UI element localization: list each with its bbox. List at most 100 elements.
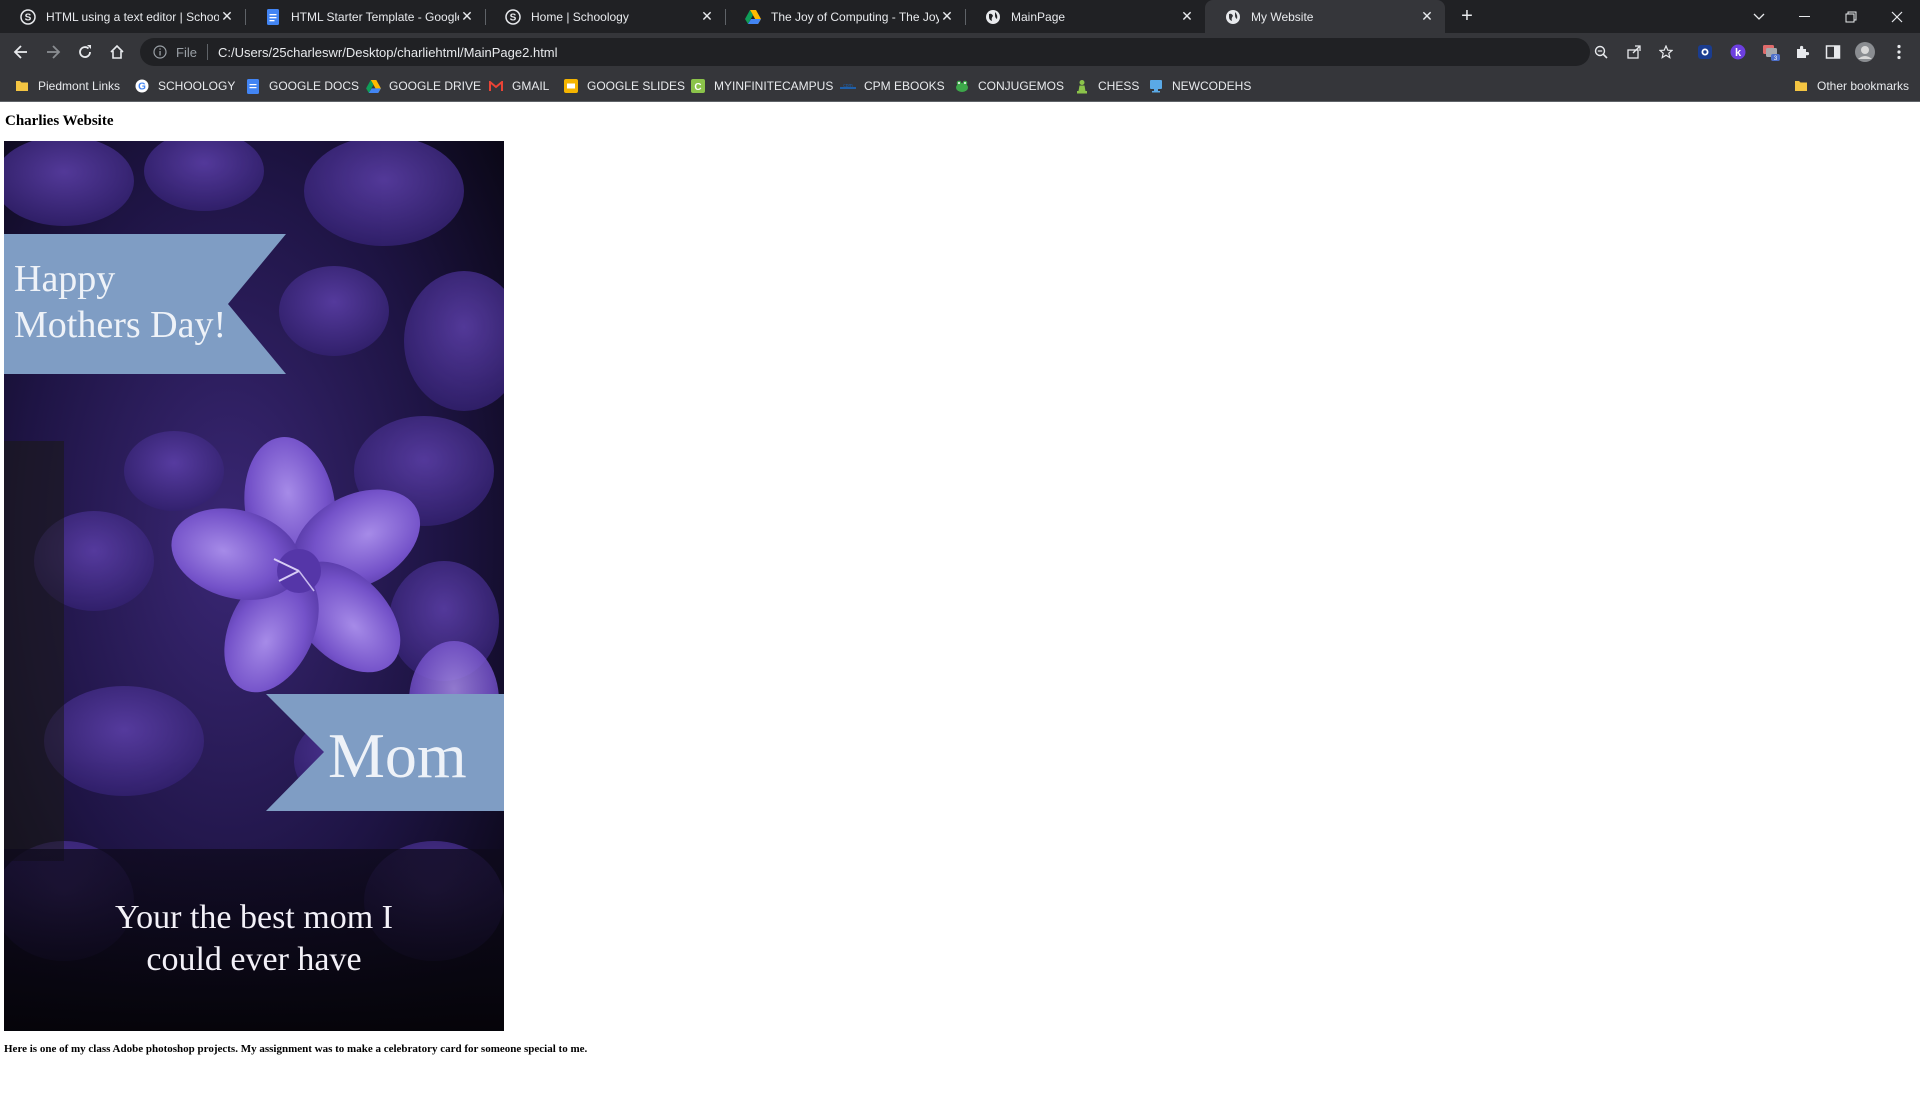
forward-arrow-icon [47, 45, 61, 59]
bookmark-label: CPM EBOOKS [864, 79, 945, 93]
bookmark-google-drive[interactable]: GOOGLE DRIVE [365, 71, 481, 101]
share-icon[interactable] [1623, 38, 1645, 66]
bookmark-chess[interactable]: CHESS [1074, 71, 1139, 101]
puzzle-extensions-icon[interactable] [1789, 39, 1815, 65]
bookmark-newcodehs[interactable]: NEWCODEHS [1148, 71, 1251, 101]
reload-button[interactable] [72, 39, 98, 65]
banner-line-2: Mothers Day! [14, 304, 226, 346]
tab-title: The Joy of Computing - The Joy of Comput… [771, 9, 939, 24]
tab-home-schoology[interactable]: S Home | Schoology ✕ [485, 0, 725, 33]
home-button[interactable] [104, 39, 130, 65]
close-tab-icon[interactable]: ✕ [939, 8, 955, 25]
back-button[interactable] [8, 39, 34, 65]
shield-extension-icon[interactable] [1692, 39, 1718, 65]
schoology-icon: S [20, 8, 36, 25]
svg-text:k: k [1735, 47, 1742, 59]
google-icon: G [134, 78, 150, 94]
reload-icon [79, 45, 91, 58]
tab-title: HTML Starter Template - Google Docs [291, 9, 459, 24]
close-tab-icon[interactable]: ✕ [459, 8, 475, 25]
bookmark-label: NEWCODEHS [1172, 79, 1252, 93]
address-divider [206, 44, 208, 60]
tab-search-icon[interactable] [1736, 0, 1782, 33]
browser-toolbar: File C:/Users/25charleswr/Desktop/charli… [0, 33, 1920, 71]
address-bar[interactable]: File C:/Users/25charleswr/Desktop/charli… [140, 38, 1673, 66]
info-icon[interactable] [152, 44, 168, 60]
message-line-1: Your the best mom I [115, 899, 393, 936]
page-title: Charlies Website [5, 113, 114, 129]
menu-dots-icon[interactable] [1886, 39, 1912, 65]
new-tab-button[interactable]: + [1455, 4, 1479, 28]
bookmark-schoology[interactable]: G SCHOOLOGY [134, 71, 235, 101]
google-docs-icon [265, 8, 281, 25]
bookmark-label: MYINFINITECAMPUS [714, 79, 834, 93]
google-docs-icon [245, 78, 261, 94]
file-scheme-label: File [176, 44, 197, 60]
tab-my-website[interactable]: My Website ✕ [1205, 0, 1445, 33]
bookmark-label: CHESS [1098, 79, 1140, 93]
bookmark-label: CONJUGEMOS [978, 79, 1065, 93]
close-tab-icon[interactable]: ✕ [1179, 8, 1195, 25]
tab-strip: S HTML using a text editor | Schoology ✕… [0, 0, 1920, 33]
side-panel-icon[interactable] [1820, 39, 1846, 65]
banner-line-1: Happy [14, 258, 115, 300]
close-tab-icon[interactable]: ✕ [1419, 8, 1435, 25]
project-caption: Here is one of my class Adobe photoshop … [4, 1043, 588, 1055]
tab-html-starter-template[interactable]: HTML Starter Template - Google Docs ✕ [245, 0, 485, 33]
bookmark-cpm-ebooks[interactable]: cpm CPM EBOOKS [840, 71, 945, 101]
bookmark-label: SCHOOLOGY [158, 79, 236, 93]
bookmark-label: GOOGLE DOCS [269, 79, 360, 93]
google-slides-icon [563, 78, 579, 94]
tab-mainpage[interactable]: MainPage ✕ [965, 0, 1205, 33]
kami-extension-icon[interactable]: k [1725, 39, 1751, 65]
bookmark-google-slides[interactable]: GOOGLE SLIDES [563, 71, 685, 101]
bookmark-google-docs[interactable]: GOOGLE DOCS [245, 71, 359, 101]
mothers-day-card-image: Happy Mothers Day! Mom Your the best mom… [4, 141, 504, 1031]
bookmark-myinfinitecampus[interactable]: C MYINFINITECAMPUS [690, 71, 833, 101]
minimize-button[interactable] [1782, 0, 1828, 33]
tab-manager-extension-icon[interactable]: 3 [1758, 39, 1784, 65]
svg-text:C: C [694, 82, 701, 93]
tab-title: MainPage [1011, 9, 1066, 24]
chess-pawn-icon [1074, 78, 1090, 94]
bookmark-conjugemos[interactable]: CONJUGEMOS [954, 71, 1064, 101]
bookmark-gmail[interactable]: GMAIL [488, 71, 549, 101]
gmail-icon [488, 78, 504, 94]
svg-text:S: S [510, 12, 517, 23]
svg-text:G: G [138, 82, 146, 93]
mom-label: Mom [328, 720, 467, 791]
tab-title: HTML using a text editor | Schoology [46, 9, 219, 24]
folder-icon [14, 78, 30, 94]
bookmark-label: Piedmont Links [38, 79, 121, 93]
frog-icon [954, 78, 970, 94]
close-window-button[interactable] [1874, 0, 1920, 33]
bookmarks-bar: Piedmont Links G SCHOOLOGY GOOGLE DOCS G… [0, 71, 1920, 102]
message-line-2: could ever have [146, 941, 361, 978]
svg-text:cpm: cpm [843, 83, 852, 89]
other-bookmarks-label: Other bookmarks [1817, 79, 1910, 93]
restore-button[interactable] [1828, 0, 1874, 33]
cpm-icon: cpm [840, 78, 856, 94]
back-arrow-icon [13, 45, 27, 59]
url-text[interactable]: C:/Users/25charleswr/Desktop/charliehtml… [218, 45, 558, 60]
tab-joy-of-computing[interactable]: The Joy of Computing - The Joy of Comput… [725, 0, 965, 33]
other-bookmarks[interactable]: Other bookmarks [1793, 71, 1909, 101]
folder-icon [1793, 78, 1809, 94]
profile-avatar[interactable] [1852, 39, 1878, 65]
bookmark-piedmont-links[interactable]: Piedmont Links [14, 71, 120, 101]
tab-html-text-editor[interactable]: S HTML using a text editor | Schoology ✕ [0, 0, 245, 33]
globe-icon [1225, 9, 1241, 25]
bookmark-label: GOOGLE DRIVE [389, 79, 482, 93]
bookmark-star-icon[interactable] [1655, 38, 1677, 66]
forward-button[interactable] [40, 39, 66, 65]
svg-text:S: S [25, 12, 32, 23]
close-tab-icon[interactable]: ✕ [699, 8, 715, 25]
bookmark-label: GOOGLE SLIDES [587, 79, 686, 93]
schoology-icon: S [505, 8, 521, 25]
google-drive-icon [365, 78, 381, 94]
bookmark-label: GMAIL [512, 79, 550, 93]
monitor-icon [1148, 78, 1164, 94]
message-panel [4, 849, 504, 1031]
close-tab-icon[interactable]: ✕ [219, 8, 235, 25]
zoom-icon[interactable] [1590, 38, 1612, 66]
